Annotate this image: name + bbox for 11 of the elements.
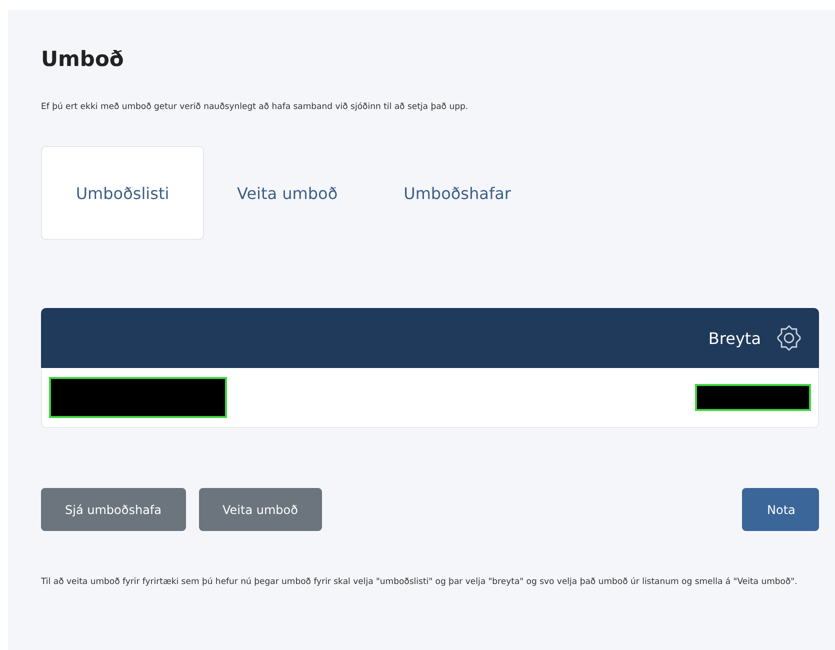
tab[interactable]: Umboðslisti bbox=[41, 146, 204, 240]
primary-button[interactable]: Nota bbox=[742, 488, 819, 531]
settings-icon[interactable] bbox=[775, 324, 803, 352]
tab[interactable]: Veita umboð bbox=[204, 146, 371, 240]
tab[interactable]: Umboðshafar bbox=[370, 146, 544, 240]
footnote-text: Til að veita umboð fyrir fyrirtæki sem þú hefur nú þegar umboð fyrir skal velja "umboðslisti" og þar velja "breyta" og svo velja það umboð úr listanum og smella á "Veita umboð". bbox=[41, 576, 798, 589]
secondary-button[interactable]: Sjá umboðshafa bbox=[41, 488, 186, 531]
edit-button[interactable]: Breyta bbox=[708, 328, 761, 348]
secondary-button[interactable]: Veita umboð bbox=[198, 488, 322, 531]
page-title: Umboð bbox=[41, 46, 125, 73]
intro-text: Ef þú ert ekki með umboð getur verið nauðsynlegt að hafa samband við sjóðinn til að setja það upp. bbox=[41, 102, 470, 112]
